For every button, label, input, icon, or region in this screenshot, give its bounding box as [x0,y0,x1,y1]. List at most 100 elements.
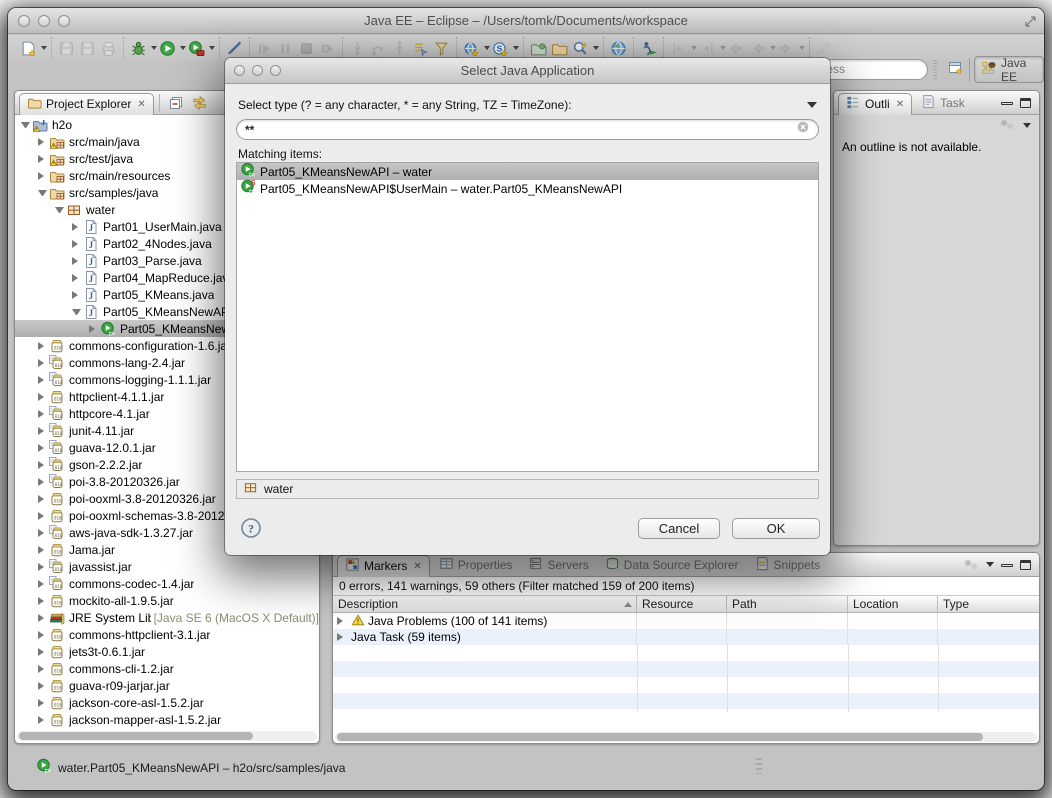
close-markers-icon[interactable]: ✕ [413,561,421,572]
clear-filter-icon[interactable] [796,120,810,139]
tree-expander-icon[interactable] [38,359,47,367]
dialog-zoom-button[interactable] [270,65,281,76]
link-with-editor-icon[interactable] [189,94,211,112]
tree-expander-icon[interactable] [38,529,47,537]
dialog-close-button[interactable] [234,65,245,76]
tab-servers[interactable]: Servers [521,554,595,576]
tree-expander-icon[interactable] [21,122,30,128]
filter-pattern-input[interactable]: ** [236,119,819,140]
tab-markers[interactable]: Markers✕ [337,555,430,577]
tree-expander-icon[interactable] [38,495,47,503]
open-folder-icon[interactable] [549,39,570,58]
run-to-line-icon[interactable] [410,39,431,58]
close-project-explorer-icon[interactable]: ✕ [137,99,145,110]
matching-item[interactable]: SPart05_KMeansNewAPI$UserMain – water.Pa… [237,180,818,197]
tree-expander-icon[interactable] [38,172,47,180]
status-splitter-handle[interactable] [756,758,762,774]
search-icon[interactable] [570,39,591,58]
tree-expander-icon[interactable] [72,274,81,282]
tree-expander-icon[interactable] [72,257,81,265]
markers-row[interactable]: Java Task (59 items) [333,629,1039,645]
tree-expander-icon[interactable] [38,631,47,639]
import-folder-icon[interactable] [528,39,549,58]
project-tree-hscrollbar[interactable] [17,731,317,741]
tree-item[interactable]: 010mockito-all-1.9.5.jar [15,592,319,609]
tree-item[interactable]: 010commons-httpclient-3.1.jar [15,626,319,643]
external-tools-icon[interactable] [186,39,207,58]
maximize-view-icon[interactable] [1020,560,1031,570]
tree-expander-icon[interactable] [38,376,47,384]
tab-task[interactable]: Task [914,92,972,114]
search-dropdown-icon[interactable] [593,46,599,50]
collapse-all-icon[interactable] [165,94,187,112]
column-header-path[interactable]: Path [727,596,848,612]
markers-hscrollbar[interactable] [335,732,1037,742]
tree-item[interactable]: JRE System Library[Java SE 6 (MacOS X De… [15,609,319,626]
tree-item[interactable]: 010jets3t-0.6.1.jar [15,643,319,660]
tree-expander-icon[interactable] [38,614,47,622]
dialog-minimize-button[interactable] [252,65,263,76]
window-resize-icon[interactable] [1025,14,1036,32]
markers-hscroll-thumb[interactable] [337,733,983,741]
open-perspective-button[interactable] [941,56,971,83]
view-menu-icon[interactable] [1023,123,1031,128]
tree-item[interactable]: 010javassist.jar [15,558,319,575]
java-ee-perspective-button[interactable]: Java EE [974,56,1044,83]
matching-item[interactable]: Part05_KMeansNewAPI – water [237,163,818,180]
tree-item[interactable]: 010guava-r09-jarjar.jar [15,677,319,694]
tree-expander-icon[interactable] [38,580,47,588]
markers-row[interactable]: Java Problems (100 of 141 items) [333,613,1039,629]
tree-expander-icon[interactable] [72,240,81,248]
project-tree-hscroll-thumb[interactable] [19,732,253,740]
tree-expander-icon[interactable] [89,325,98,333]
tree-expander-icon[interactable] [38,478,47,486]
tree-expander-icon[interactable] [38,190,47,196]
tree-expander-icon[interactable] [38,461,47,469]
use-step-filters-icon[interactable] [431,39,452,58]
filter-menu-icon[interactable] [807,102,817,108]
maximize-view-icon[interactable] [1020,98,1031,108]
new-wizard-icon[interactable] [18,39,39,58]
tree-expander-icon[interactable] [38,597,47,605]
tree-expander-icon[interactable] [38,716,47,724]
run-validation-icon[interactable] [638,39,659,58]
tab-snippets[interactable]: Snippets [748,554,828,576]
tree-item[interactable]: 010jackson-core-asl-1.5.2.jar [15,694,319,711]
help-button[interactable]: ? [240,517,262,539]
new-service-wizard-icon[interactable]: S [490,39,511,58]
new-web-wizard-icon[interactable] [461,39,482,58]
tree-expander-icon[interactable] [72,291,81,299]
tab-properties[interactable]: Properties [432,554,520,576]
web-browser-icon[interactable] [608,39,629,58]
external-tools-dropdown-icon[interactable] [209,46,215,50]
tree-expander-icon[interactable] [38,512,47,520]
debug-icon[interactable] [128,39,149,58]
tree-expander-icon[interactable] [38,427,47,435]
tree-expander-icon[interactable] [38,444,47,452]
tree-item[interactable]: 010jackson-mapper-asl-1.5.2.jar [15,711,319,728]
tree-expander-icon[interactable] [38,648,47,656]
row-expander-icon[interactable] [337,617,346,625]
tree-item[interactable]: 010commons-codec-1.4.jar [15,575,319,592]
minimize-view-icon[interactable] [1001,564,1013,567]
tree-expander-icon[interactable] [38,410,47,418]
close-outline-icon[interactable]: ✕ [896,99,904,110]
tree-item[interactable]: 010commons-cli-1.2.jar [15,660,319,677]
tree-expander-icon[interactable] [38,342,47,350]
cancel-button[interactable]: Cancel [638,518,720,539]
tree-expander-icon[interactable] [72,223,81,231]
column-header-description[interactable]: Description [333,596,637,612]
new-wizard-dropdown-icon[interactable] [41,46,47,50]
run-icon[interactable] [157,39,178,58]
tree-expander-icon[interactable] [38,155,47,163]
new-service-wizard-dropdown-icon[interactable] [513,46,519,50]
tree-expander-icon[interactable] [38,699,47,707]
tab-outline[interactable]: Outli ✕ [838,93,912,115]
tab-data-source-explorer[interactable]: Data Source Explorer [598,554,746,576]
tree-expander-icon[interactable] [72,309,81,315]
tree-expander-icon[interactable] [38,682,47,690]
tree-expander-icon[interactable] [38,563,47,571]
column-header-location[interactable]: Location [848,596,938,612]
minimize-view-icon[interactable] [1001,102,1013,105]
tree-expander-icon[interactable] [55,207,64,213]
